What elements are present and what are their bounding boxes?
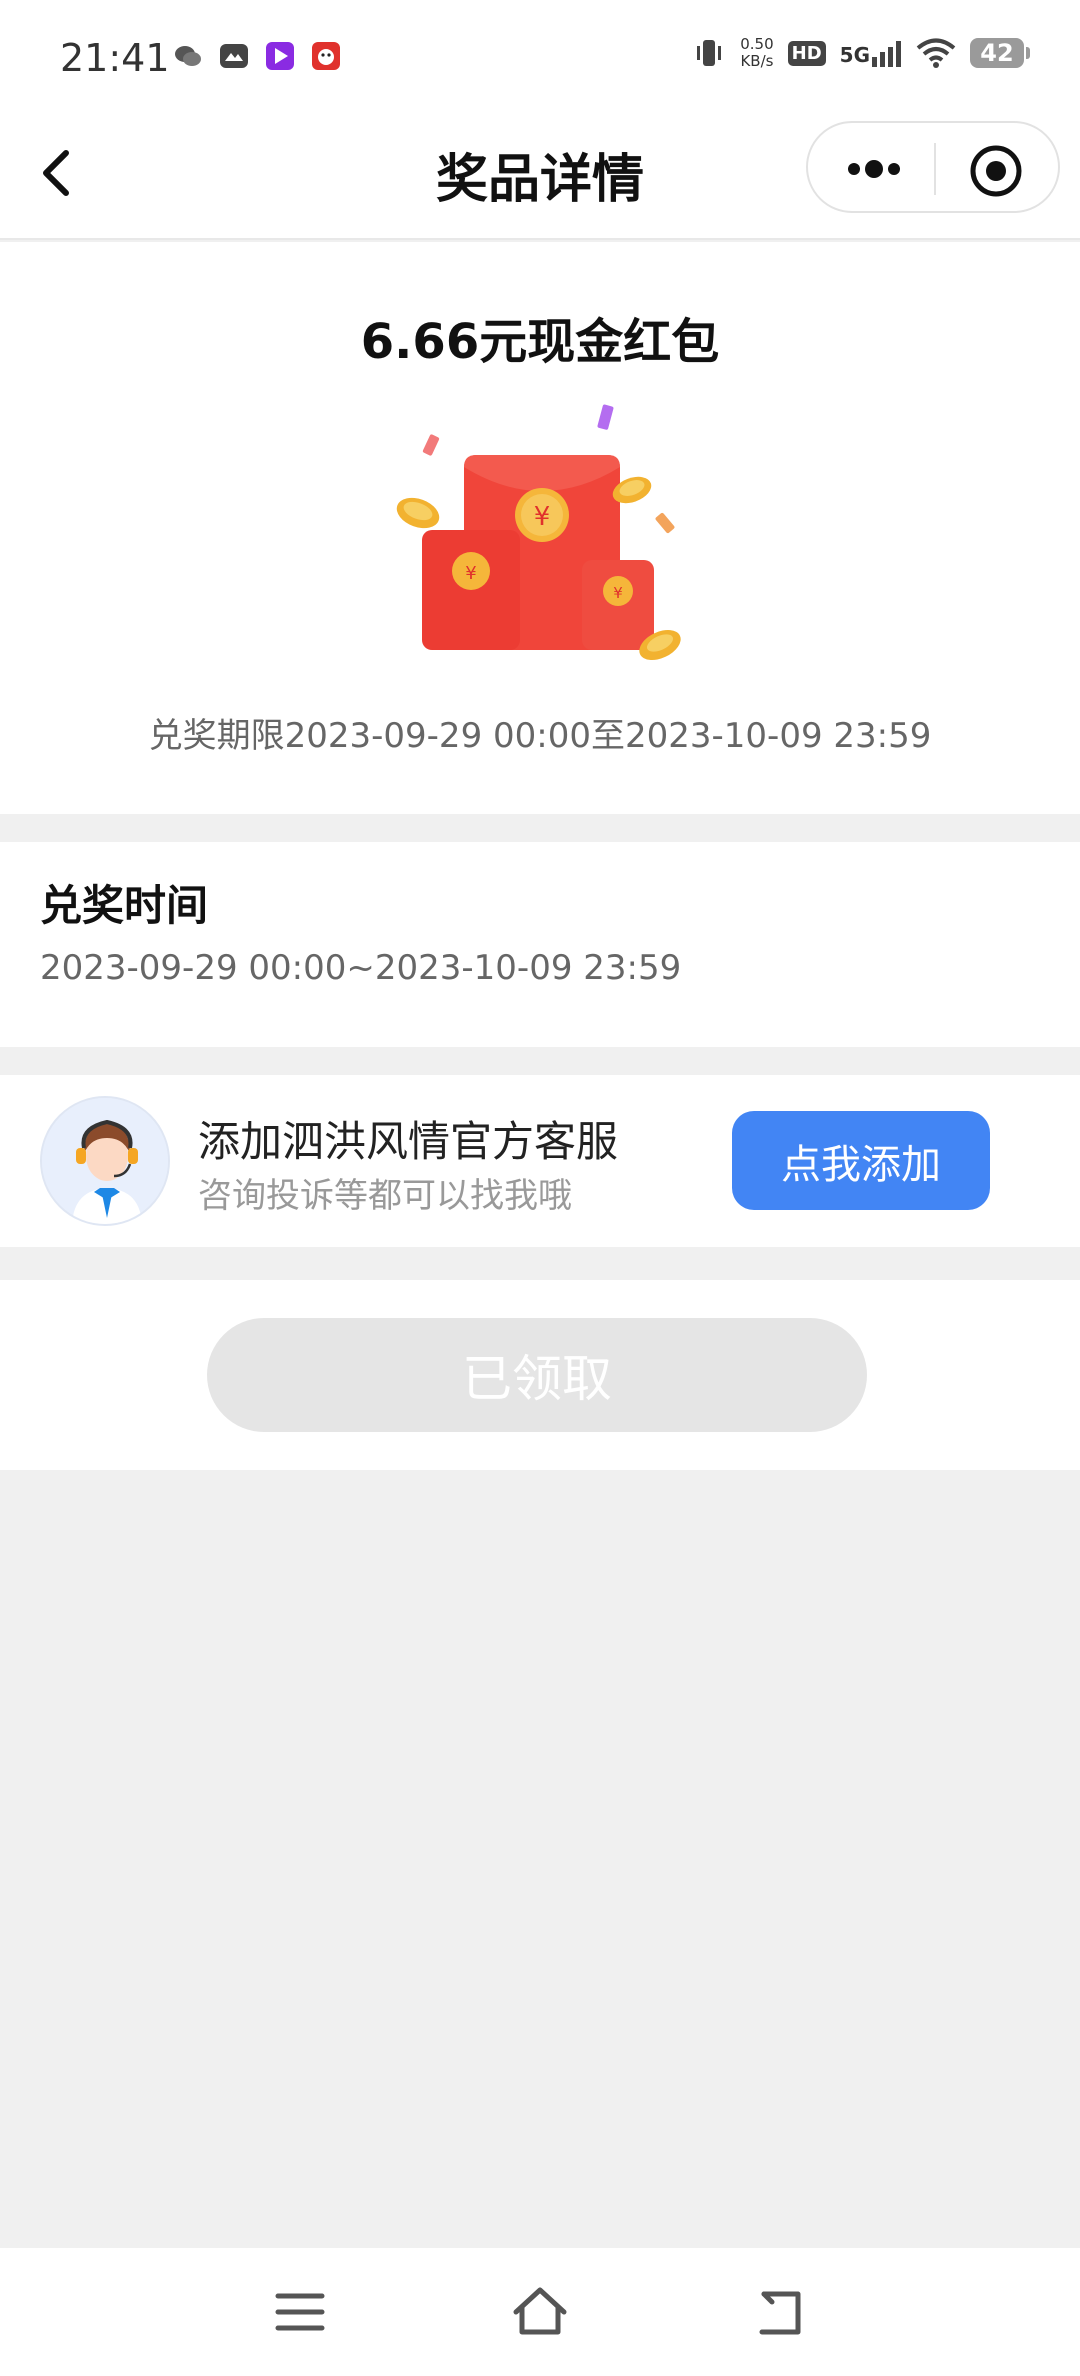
close-target-icon[interactable] — [968, 143, 1024, 199]
add-customer-service-button[interactable]: 点我添加 — [732, 1111, 990, 1210]
prize-title: 6.66元现金红包 — [360, 314, 720, 370]
customer-service-avatar — [40, 1096, 170, 1226]
status-indicators: 0.50 KB/s HD 5G 42 — [692, 36, 1030, 70]
agent-avatar-icon — [42, 1098, 168, 1224]
network-speed-value: 0.50 — [740, 35, 774, 53]
vibrate-icon — [697, 40, 722, 66]
signal-bars-icon — [872, 41, 901, 67]
home-icon[interactable] — [510, 2282, 570, 2342]
redeem-time-label: 兑奖时间 — [40, 881, 209, 930]
mini-program-capsule — [806, 121, 1060, 213]
status-time: 21:41 — [60, 36, 170, 80]
hd-badge: HD — [787, 40, 826, 66]
customer-service-subtitle: 咨询投诉等都可以找我哦 — [198, 1176, 572, 1216]
video-app-icon — [266, 42, 294, 70]
mail-icon — [220, 44, 248, 68]
battery-icon: 42 — [970, 38, 1030, 68]
svg-text:¥: ¥ — [465, 563, 476, 584]
shopping-app-icon — [312, 42, 340, 70]
customer-service-title: 添加泗洪风情官方客服 — [198, 1117, 619, 1166]
system-nav-bar — [0, 2248, 1080, 2376]
svg-text:¥: ¥ — [534, 502, 551, 532]
status-bar: 21:41 0.50 KB/s HD 5G 42 — [0, 0, 1080, 115]
menu-icon[interactable] — [270, 2282, 330, 2342]
redeem-time-value: 2023-09-29 00:00~2023-10-09 23:59 — [40, 948, 682, 988]
claimed-button[interactable]: 已领取 — [207, 1318, 867, 1432]
prize-redeem-period: 兑奖期限2023-09-29 00:00至2023-10-09 23:59 — [148, 716, 932, 756]
red-envelope-illustration: ¥ ¥ ¥ — [396, 404, 681, 661]
network-speed-unit: KB/s — [740, 52, 774, 70]
capsule-divider — [934, 143, 936, 195]
signal-5g-icon: 5G — [840, 39, 902, 67]
status-notification-icons — [172, 40, 342, 72]
wechat-icon — [175, 46, 201, 66]
svg-text:¥: ¥ — [613, 584, 623, 602]
wifi-icon — [916, 38, 956, 68]
page: 21:41 0.50 KB/s HD 5G 42 奖品详情 6.66元现金红包 … — [0, 0, 1080, 2376]
network-speed: 0.50 KB/s — [740, 36, 773, 70]
back-nav-icon[interactable] — [750, 2282, 810, 2342]
network-type: 5G — [839, 43, 870, 67]
nav-bar: 奖品详情 — [0, 115, 1080, 240]
more-dots-icon[interactable] — [844, 143, 904, 195]
